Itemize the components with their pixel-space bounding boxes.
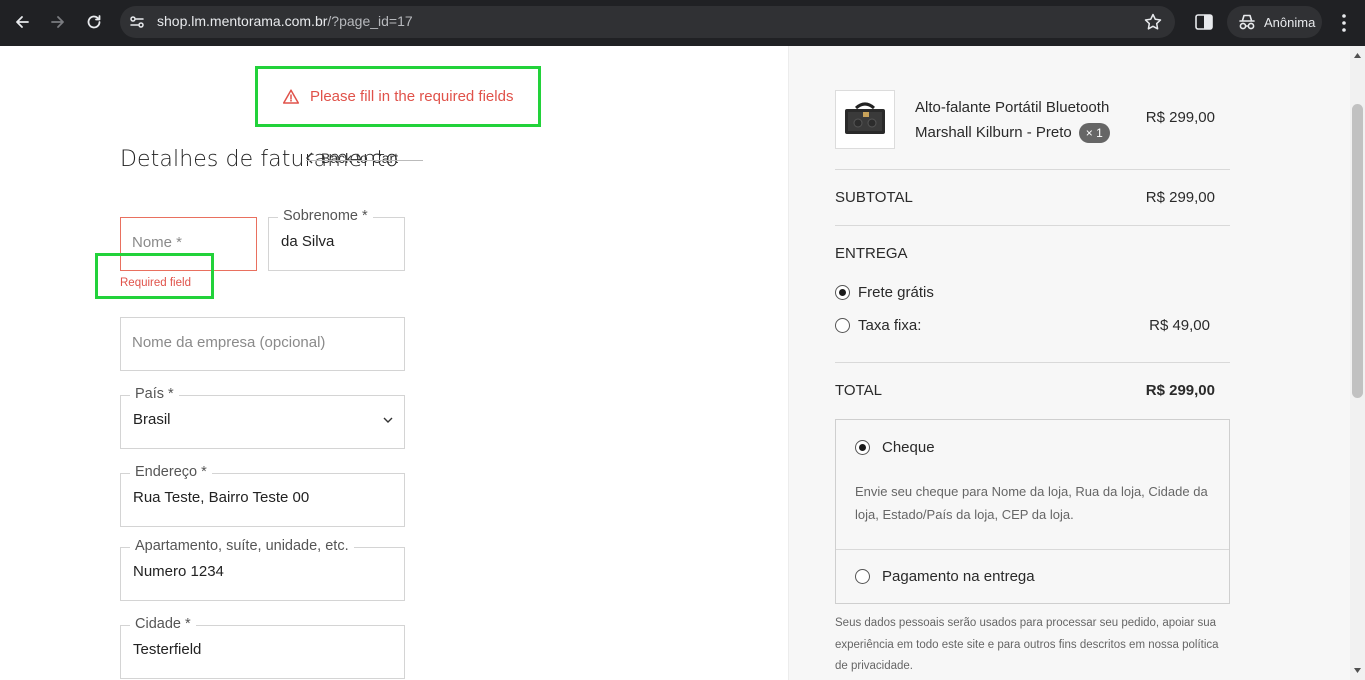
checkout-page: Please fill in the required fields Detal… xyxy=(0,46,1350,680)
back-to-cart-link[interactable]: Back to Cart xyxy=(305,150,398,166)
back-arrow-icon[interactable] xyxy=(8,8,36,36)
divider xyxy=(835,169,1230,170)
subtotal-value: R$ 299,00 xyxy=(1145,189,1215,206)
back-to-cart-label: Back to Cart xyxy=(321,150,399,166)
profile-chip[interactable]: Anônima xyxy=(1227,6,1322,38)
product-name: Alto-falante Portátil Bluetooth Marshall… xyxy=(915,95,1135,145)
city-field[interactable]: Cidade * Testerfield xyxy=(120,616,405,679)
apartment-value: Numero 1234 xyxy=(133,563,224,580)
shipping-option-label: Taxa fixa: xyxy=(858,317,922,334)
company-field[interactable]: Nome da empresa (opcional) xyxy=(120,317,405,371)
last-name-value: da Silva xyxy=(281,233,335,250)
privacy-notice: Seus dados pessoais serão usados para pr… xyxy=(835,617,1219,672)
last-name-field[interactable]: Sobrenome * da Silva xyxy=(268,208,405,271)
last-name-label: Sobrenome * xyxy=(278,208,373,224)
chevron-down-icon xyxy=(383,417,393,423)
first-name-placeholder: Nome * xyxy=(132,234,183,251)
address-label: Endereço * xyxy=(130,464,212,480)
split-view-icon[interactable] xyxy=(1193,11,1215,33)
url-text[interactable]: shop.lm.mentorama.com.br/?page_id=17 xyxy=(157,13,413,29)
divider xyxy=(836,549,1229,550)
payment-option-label: Cheque xyxy=(882,439,935,456)
radio-checked[interactable] xyxy=(835,285,850,300)
subtotal-label: SUBTOTAL xyxy=(835,189,913,206)
speaker-image xyxy=(836,91,894,148)
divider xyxy=(835,362,1230,363)
error-notice: Please fill in the required fields xyxy=(255,66,541,127)
browser-toolbar: shop.lm.mentorama.com.br/?page_id=17 Anô… xyxy=(0,0,1365,46)
payment-option-cheque[interactable]: Cheque xyxy=(855,439,935,456)
notice-text: Please fill in the required fields xyxy=(310,88,514,105)
product-price: R$ 299,00 xyxy=(1145,109,1215,126)
scroll-down-arrow-icon[interactable] xyxy=(1353,667,1362,674)
profile-label: Anônima xyxy=(1264,14,1316,30)
apartment-label: Apartamento, suíte, unidade, etc. xyxy=(130,538,354,554)
payment-methods: Cheque Envie seu cheque para Nome da loj… xyxy=(835,419,1230,604)
shipping-option-label: Frete grátis xyxy=(858,284,934,301)
flat-rate-price: R$ 49,00 xyxy=(1149,317,1210,334)
warning-icon xyxy=(282,88,300,104)
city-label: Cidade * xyxy=(130,616,196,632)
incognito-icon xyxy=(1239,14,1255,30)
divider xyxy=(835,225,1230,226)
star-icon[interactable] xyxy=(1143,12,1163,32)
apartment-field[interactable]: Apartamento, suíte, unidade, etc. Numero… xyxy=(120,538,405,601)
shipping-option-flat[interactable]: Taxa fixa: xyxy=(835,317,921,334)
required-field-highlight xyxy=(95,253,214,299)
radio-unchecked[interactable] xyxy=(835,318,850,333)
first-name-error: Required field xyxy=(120,277,191,289)
shipping-label: ENTREGA xyxy=(835,245,908,262)
menu-dots-icon[interactable] xyxy=(1335,12,1353,34)
address-bar[interactable]: shop.lm.mentorama.com.br/?page_id=17 xyxy=(120,6,1175,38)
city-value: Testerfield xyxy=(133,641,202,658)
country-select[interactable]: País * Brasil xyxy=(120,386,405,449)
radio-checked[interactable] xyxy=(855,440,870,455)
company-placeholder: Nome da empresa (opcional) xyxy=(132,334,326,351)
address-field[interactable]: Endereço * Rua Teste, Bairro Teste 00 xyxy=(120,464,405,527)
scroll-up-arrow-icon[interactable] xyxy=(1353,52,1362,59)
radio-unchecked[interactable] xyxy=(855,569,870,584)
cheque-description: Envie seu cheque para Nome da loja, Rua … xyxy=(855,484,1208,522)
back-link-underline xyxy=(306,160,423,161)
country-value: Brasil xyxy=(133,411,171,428)
country-label: País * xyxy=(130,386,179,402)
scroll-thumb[interactable] xyxy=(1352,104,1363,398)
payment-option-label: Pagamento na entrega xyxy=(882,568,1035,585)
page-scrollbar[interactable] xyxy=(1350,46,1365,680)
chevron-left-icon xyxy=(306,152,313,164)
url-path: /?page_id=17 xyxy=(327,13,413,29)
reload-icon[interactable] xyxy=(80,8,108,36)
total-value: R$ 299,00 xyxy=(1145,382,1215,399)
forward-arrow-icon[interactable] xyxy=(44,8,72,36)
address-value: Rua Teste, Bairro Teste 00 xyxy=(133,489,310,506)
total-label: TOTAL xyxy=(835,382,882,399)
site-info-icon[interactable] xyxy=(128,13,146,31)
url-host: shop.lm.mentorama.com.br xyxy=(157,13,328,29)
product-thumbnail[interactable] xyxy=(835,90,895,149)
shipping-option-free[interactable]: Frete grátis xyxy=(835,284,934,301)
payment-option-cod[interactable]: Pagamento na entrega xyxy=(855,568,1035,585)
quantity-badge: × 1 xyxy=(1078,123,1110,144)
